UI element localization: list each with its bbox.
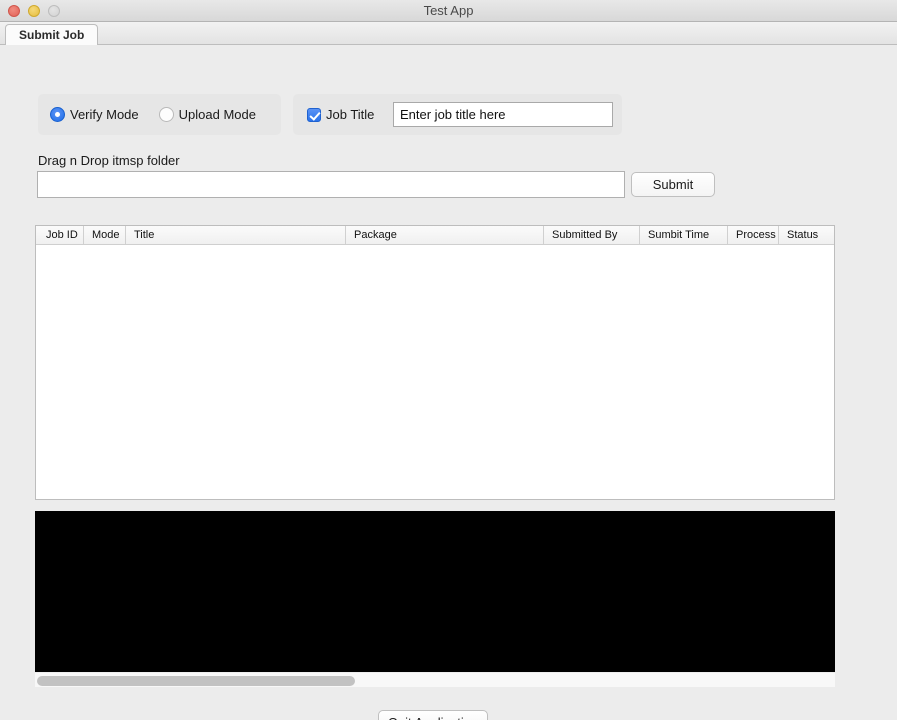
- radio-upload-mode[interactable]: Upload Mode: [158, 107, 256, 122]
- drag-drop-label: Drag n Drop itmsp folder: [38, 153, 180, 168]
- column-header-status[interactable]: Status: [778, 226, 834, 244]
- column-header-submit-time[interactable]: Sumbit Time: [639, 226, 727, 244]
- app-window: Test App Submit Job Verify Mode Upload M…: [0, 0, 897, 720]
- console-text: [35, 511, 835, 517]
- checkbox-job-title-icon[interactable]: [307, 107, 321, 122]
- mode-group: Verify Mode Upload Mode: [38, 94, 281, 135]
- console-output: [35, 511, 835, 672]
- column-header-process[interactable]: Process: [727, 226, 778, 244]
- radio-verify-mode[interactable]: Verify Mode: [50, 107, 139, 122]
- checkbox-job-title-label: Job Title: [326, 107, 375, 122]
- drag-drop-input[interactable]: [37, 171, 625, 198]
- submit-button[interactable]: Submit: [631, 172, 715, 197]
- job-title-input[interactable]: [393, 102, 613, 127]
- column-header-job-id[interactable]: Job ID: [36, 226, 83, 244]
- column-header-mode[interactable]: Mode: [83, 226, 125, 244]
- jobs-table[interactable]: Job ID Mode Title Package Submitted By S…: [35, 225, 835, 500]
- mode-radio-row: Verify Mode Upload Mode: [50, 94, 256, 135]
- jobs-table-header: Job ID Mode Title Package Submitted By S…: [36, 226, 834, 245]
- tab-submit-job[interactable]: Submit Job: [5, 24, 99, 45]
- column-header-package[interactable]: Package: [345, 226, 543, 244]
- jobs-table-body: [36, 245, 834, 499]
- tab-bar: Submit Job: [0, 22, 897, 45]
- console-scrollbar-thumb[interactable]: [37, 676, 355, 686]
- radio-verify-mode-icon[interactable]: [50, 107, 65, 122]
- column-header-title[interactable]: Title: [125, 226, 345, 244]
- radio-upload-mode-icon[interactable]: [158, 107, 174, 122]
- radio-upload-mode-label: Upload Mode: [178, 107, 256, 122]
- window-title: Test App: [423, 3, 474, 18]
- main-content: Verify Mode Upload Mode Job Title Drag n…: [0, 45, 897, 720]
- quit-application-button[interactable]: Quit Application: [378, 710, 488, 720]
- job-title-group: Job Title: [293, 94, 622, 135]
- window-titlebar: Test App: [0, 0, 897, 22]
- column-header-submitted-by[interactable]: Submitted By: [543, 226, 639, 244]
- console-horizontal-scrollbar[interactable]: [35, 672, 835, 687]
- job-title-checkbox-row[interactable]: Job Title: [307, 94, 374, 135]
- radio-verify-mode-label: Verify Mode: [70, 107, 139, 122]
